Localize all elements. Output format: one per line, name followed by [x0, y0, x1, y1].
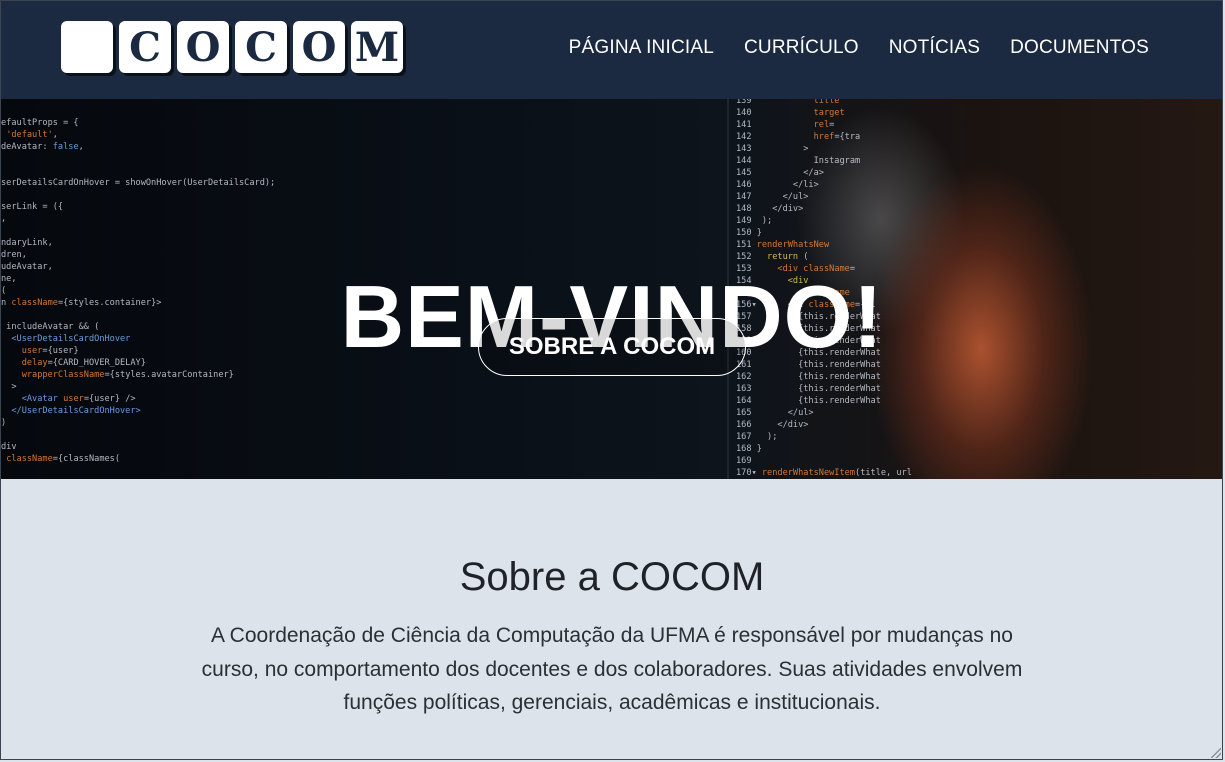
hero-banner: efaultProps = { 'default', deAvatar: fal…	[1, 99, 1223, 479]
logo-tile-c2: C	[235, 21, 287, 73]
nav-link-pagina-inicial[interactable]: PÁGINA INICIAL	[569, 37, 714, 59]
logo-tile-m: M	[351, 21, 403, 73]
about-section: Sobre a COCOM A Coordenação de Ciência d…	[1, 479, 1223, 760]
top-navbar: C O C O M PÁGINA INICIAL CURRÍCULO NOTÍC…	[1, 1, 1223, 99]
about-description: A Coordenação de Ciência da Computação d…	[201, 624, 1023, 714]
about-title: Sobre a COCOM	[459, 555, 765, 599]
main-nav: PÁGINA INICIAL CURRÍCULO NOTÍCIAS DOCUME…	[569, 37, 1149, 59]
resize-grip-icon[interactable]	[1211, 748, 1221, 758]
logo-tile-c: C	[119, 21, 171, 73]
nav-link-noticias[interactable]: NOTÍCIAS	[889, 37, 980, 59]
sobre-a-cocom-button[interactable]: SOBRE A COCOM	[478, 318, 746, 376]
logo-tile-o2: O	[293, 21, 345, 73]
nav-link-documentos[interactable]: DOCUMENTOS	[1010, 37, 1149, 59]
logo-tile-o: O	[177, 21, 229, 73]
nav-link-curriculo[interactable]: CURRÍCULO	[744, 37, 859, 59]
cocom-logo[interactable]: C O C O M	[61, 21, 403, 77]
logo-tile-blank	[61, 21, 113, 73]
